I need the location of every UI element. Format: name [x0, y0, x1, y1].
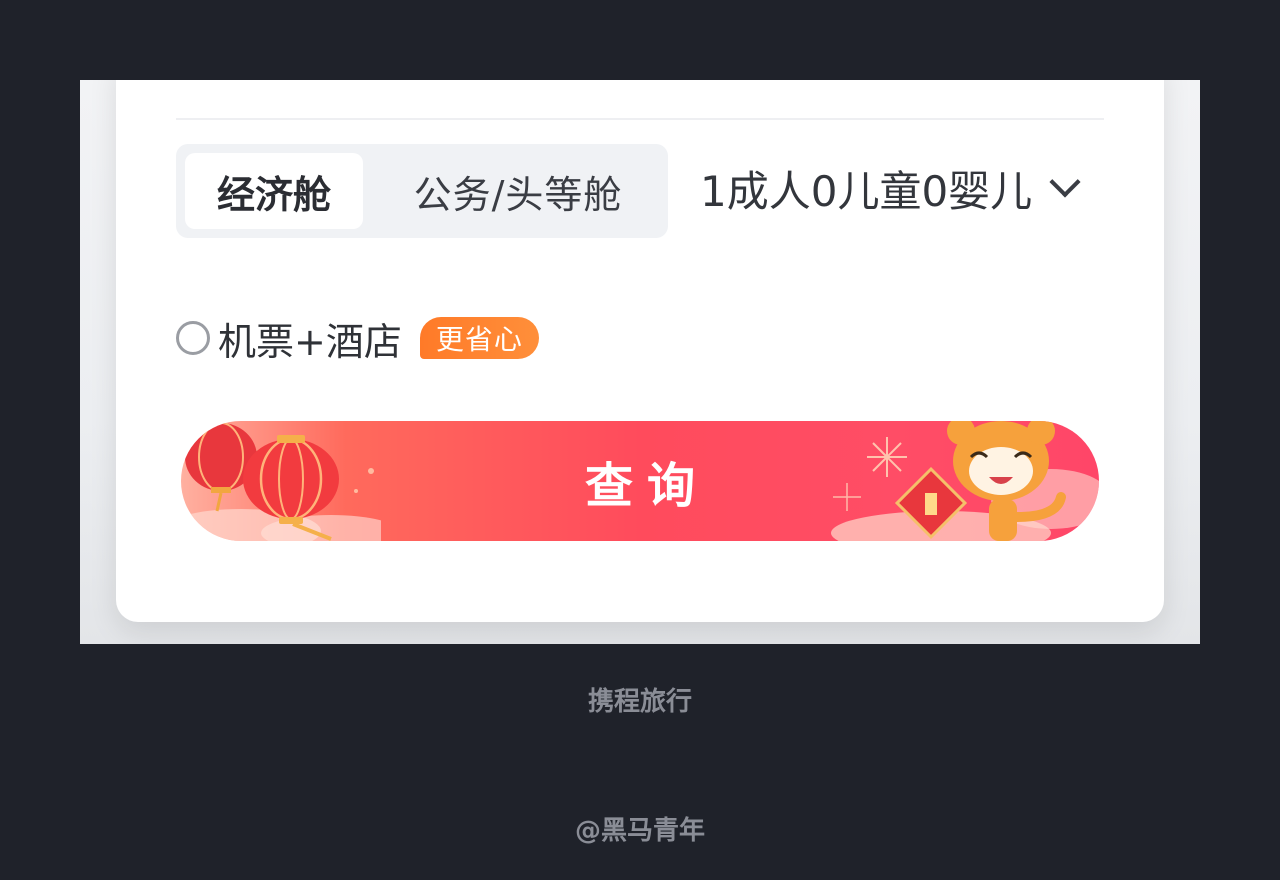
cabin-business-first-tab[interactable]: 公务/头等舱	[376, 153, 660, 229]
bundle-label: 机票+酒店	[218, 319, 402, 364]
passenger-selector[interactable]: 1成人0儿童0婴儿	[700, 156, 1081, 220]
passenger-summary: 1成人0儿童0婴儿	[700, 166, 1033, 216]
cabin-class-toggle: 经济舱 公务/头等舱	[176, 144, 668, 238]
credit-caption: @黑马青年	[574, 816, 705, 846]
cabin-economy-tab[interactable]: 经济舱	[185, 153, 363, 229]
flight-hotel-bundle-option[interactable]: 机票+酒店 更省心	[176, 308, 539, 368]
screenshot-frame: 经济舱 公务/头等舱 1成人0儿童0婴儿 机票+酒店 更省心 查询	[80, 80, 1200, 644]
flight-search-card: 经济舱 公务/头等舱 1成人0儿童0婴儿 机票+酒店 更省心 查询	[116, 80, 1164, 622]
divider	[176, 118, 1104, 120]
app-name-caption: 携程旅行	[587, 687, 692, 717]
savings-badge: 更省心	[419, 317, 539, 359]
search-button-label: 查询	[584, 458, 709, 514]
chevron-down-icon	[1049, 166, 1081, 198]
bundle-radio[interactable]	[176, 321, 210, 355]
search-button[interactable]: 查询	[181, 421, 1099, 541]
